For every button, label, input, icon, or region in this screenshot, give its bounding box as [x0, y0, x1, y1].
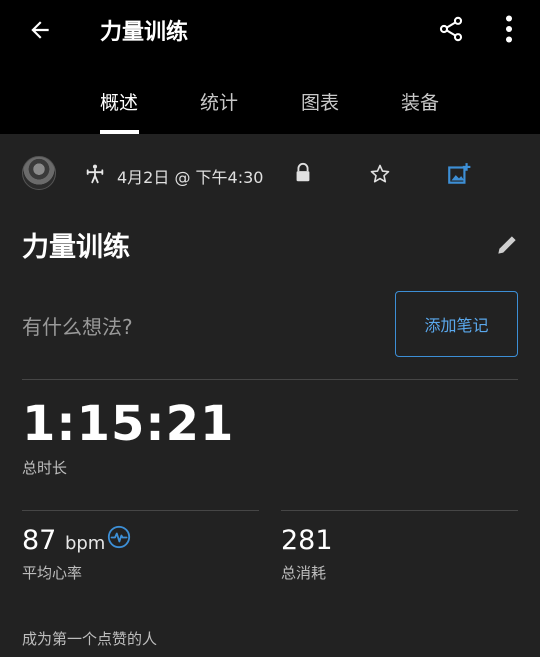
tab-overview[interactable]: 概述	[100, 88, 138, 115]
share-button[interactable]	[434, 12, 468, 46]
duration-value: 1:15:21	[22, 396, 235, 452]
avg-heart-rate[interactable]: 87 bpm	[22, 525, 105, 556]
total-calories-value: 281	[281, 525, 333, 556]
pencil-icon[interactable]	[494, 232, 520, 258]
active-tab-indicator	[100, 130, 139, 134]
heart-rate-icon[interactable]	[107, 525, 131, 549]
total-calories-label: 总消耗	[281, 564, 327, 582]
strength-training-icon	[86, 164, 104, 184]
first-like-prompt[interactable]: 成为第一个点赞的人	[22, 628, 157, 649]
arrow-left-icon	[31, 21, 49, 39]
tab-gear[interactable]: 装备	[401, 88, 439, 115]
add-photo-icon[interactable]	[446, 161, 472, 187]
duration-label: 总时长	[22, 459, 68, 477]
avg-heart-rate-label: 平均心率	[22, 564, 83, 582]
divider	[281, 510, 518, 511]
back-button[interactable]	[22, 12, 58, 48]
share-icon	[439, 16, 463, 42]
star-outline-icon[interactable]	[368, 162, 392, 186]
add-note-button[interactable]: 添加笔记	[395, 291, 518, 357]
notes-prompt[interactable]: 有什么想法?	[22, 311, 133, 340]
divider	[22, 379, 518, 380]
page-title: 力量训练	[100, 20, 189, 45]
avatar[interactable]	[22, 156, 56, 190]
app-header: 力量训练 概述 统计 图表 装备	[0, 0, 540, 134]
tab-charts[interactable]: 图表	[301, 88, 339, 115]
activity-meta-row: 4月2日 @ 下午4:30	[0, 152, 540, 196]
workout-title: 力量训练	[22, 232, 130, 263]
more-vertical-icon	[505, 15, 513, 43]
tab-stats[interactable]: 统计	[200, 88, 238, 115]
activity-date: 4月2日 @ 下午4:30	[117, 168, 264, 187]
lock-icon[interactable]	[292, 162, 314, 184]
avg-heart-rate-value: 87	[22, 525, 57, 556]
divider	[22, 510, 259, 511]
avg-heart-rate-unit: bpm	[64, 533, 106, 554]
more-options-button[interactable]	[494, 12, 524, 46]
